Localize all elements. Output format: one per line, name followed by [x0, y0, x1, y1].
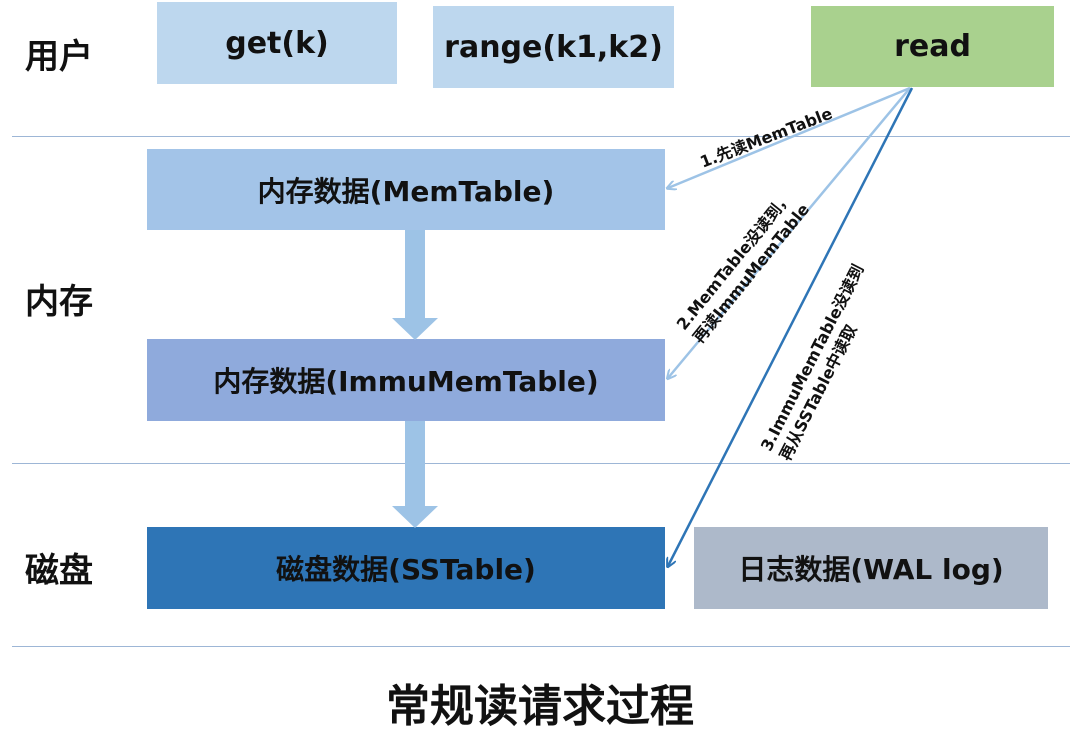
diagram-title: 常规读请求过程 — [386, 681, 694, 732]
read-path-arrows — [0, 86, 914, 755]
